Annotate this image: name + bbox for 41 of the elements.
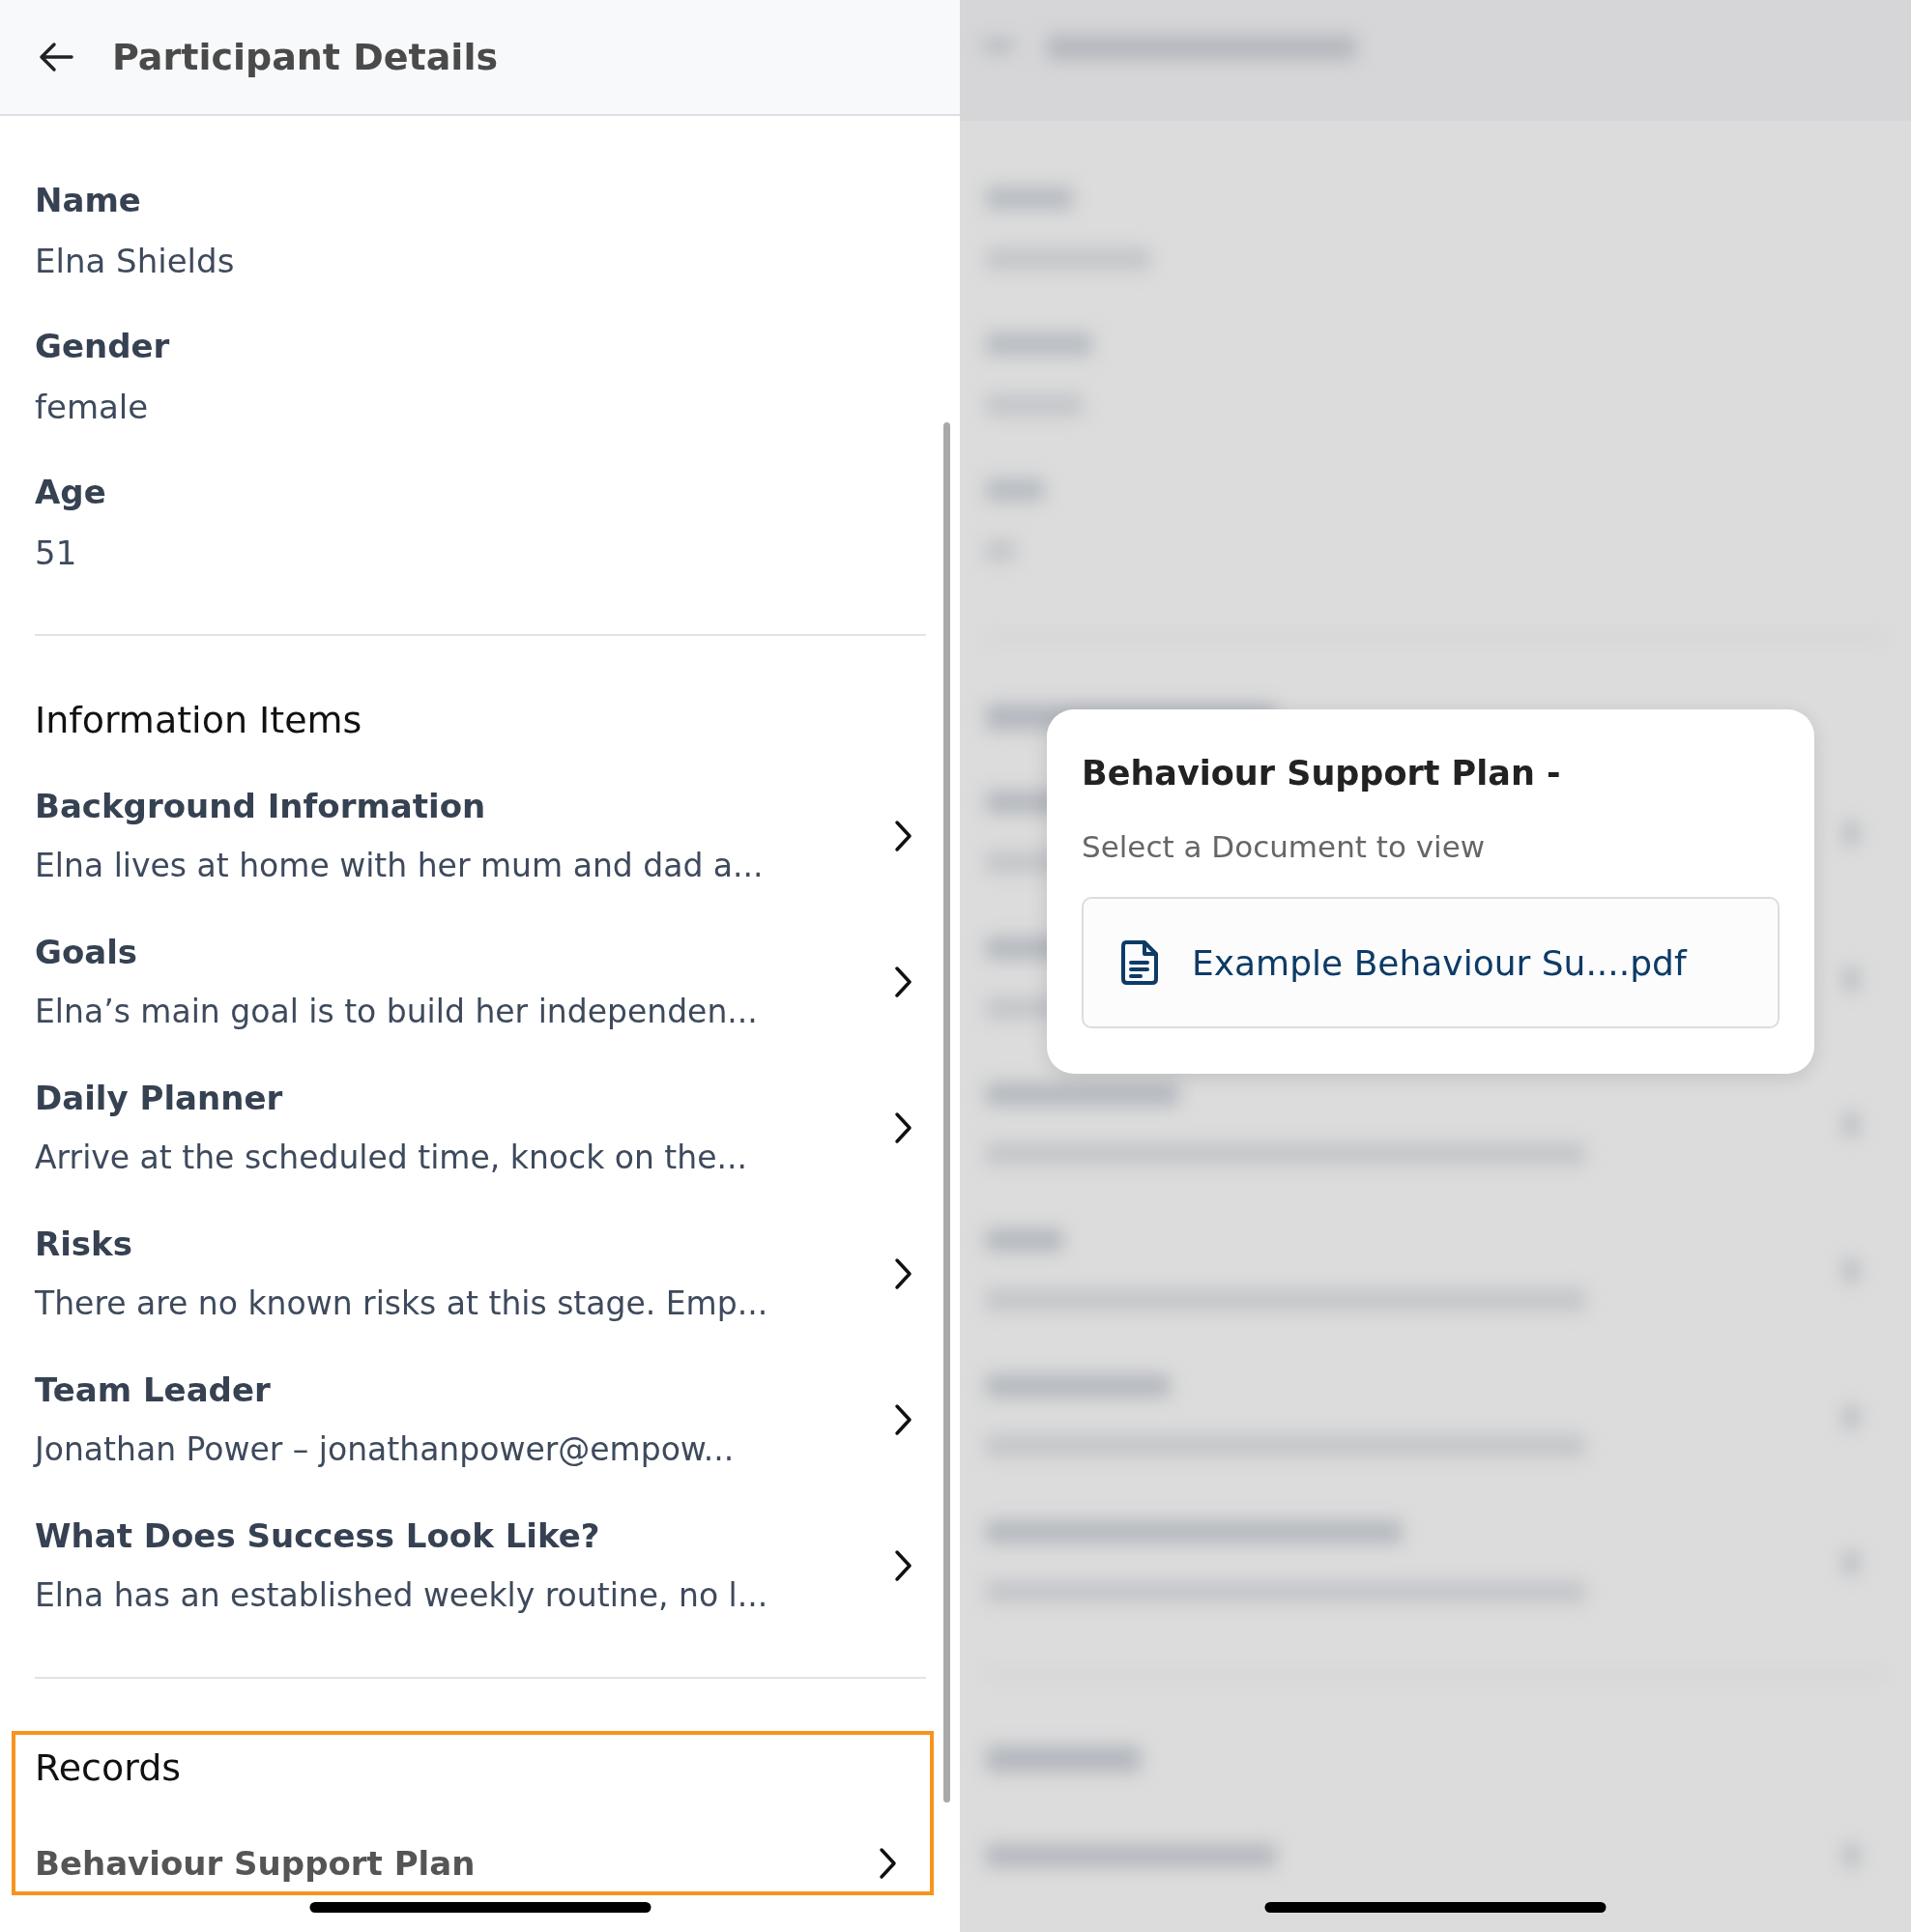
item-title: Risks [35, 1224, 133, 1265]
document-icon [1120, 939, 1159, 986]
chevron-right-icon [893, 965, 914, 999]
information-item[interactable]: Background Information Elna lives at home with her mum and dad a... [35, 776, 926, 896]
item-summary: Elna has an established weekly routine, no l... [35, 1575, 769, 1616]
item-title: Team Leader [35, 1370, 272, 1411]
item-title: Background Information [35, 786, 487, 827]
item-summary: Jonathan Power – jonathanpower@empow... [35, 1429, 736, 1470]
information-item[interactable]: Goals Elna’s main goal is to build her independen... [35, 922, 926, 1042]
information-item[interactable]: Risks There are no known risks at this stage. Emp... [35, 1214, 926, 1334]
chevron-right-icon [893, 1402, 914, 1437]
field-value: female [35, 387, 150, 428]
information-item[interactable]: What Does Success Look Like? Elna has an established weekly routine, no l... [35, 1506, 926, 1626]
item-summary: Arrive at the scheduled time, knock on the... [35, 1138, 748, 1178]
item-title: Goals [35, 932, 139, 973]
field-value: 51 [35, 533, 78, 574]
chevron-right-icon [893, 1548, 914, 1583]
field-value: Elna Shields [35, 241, 236, 282]
information-item[interactable]: Team Leader Jonathan Power – jonathanpower@empow... [35, 1360, 926, 1480]
record-item[interactable]: Behaviour Support Plan [35, 1833, 911, 1893]
item-summary: Elna lives at home with her mum and dad a... [35, 846, 765, 886]
information-item[interactable]: Daily Planner Arrive at the scheduled time, knock on the... [35, 1068, 926, 1188]
screen-title: Participant Details [112, 36, 499, 78]
field-label: Name [35, 180, 142, 221]
back-arrow-icon[interactable] [39, 42, 73, 72]
field-label: Age [35, 472, 107, 513]
record-title: Behaviour Support Plan [35, 1843, 477, 1885]
chevron-right-icon [893, 1256, 914, 1291]
section-heading: Information Items [35, 698, 363, 743]
item-summary: Elna’s main goal is to build her independen... [35, 992, 759, 1032]
field-label: Gender [35, 326, 171, 367]
item-title: What Does Success Look Like? [35, 1515, 601, 1557]
chevron-right-icon [878, 1846, 899, 1881]
dialog-subtitle: Select a Document to view [1082, 828, 1487, 866]
chevron-right-icon [893, 819, 914, 853]
document-button[interactable]: Example Behaviour Su....pdf [1082, 897, 1780, 1028]
chevron-right-icon [893, 1110, 914, 1145]
section-heading: Records [35, 1745, 183, 1791]
item-title: Daily Planner [35, 1078, 284, 1119]
item-summary: There are no known risks at this stage. Emp... [35, 1283, 769, 1324]
dialog-title: Behaviour Support Plan - [1082, 753, 1562, 794]
